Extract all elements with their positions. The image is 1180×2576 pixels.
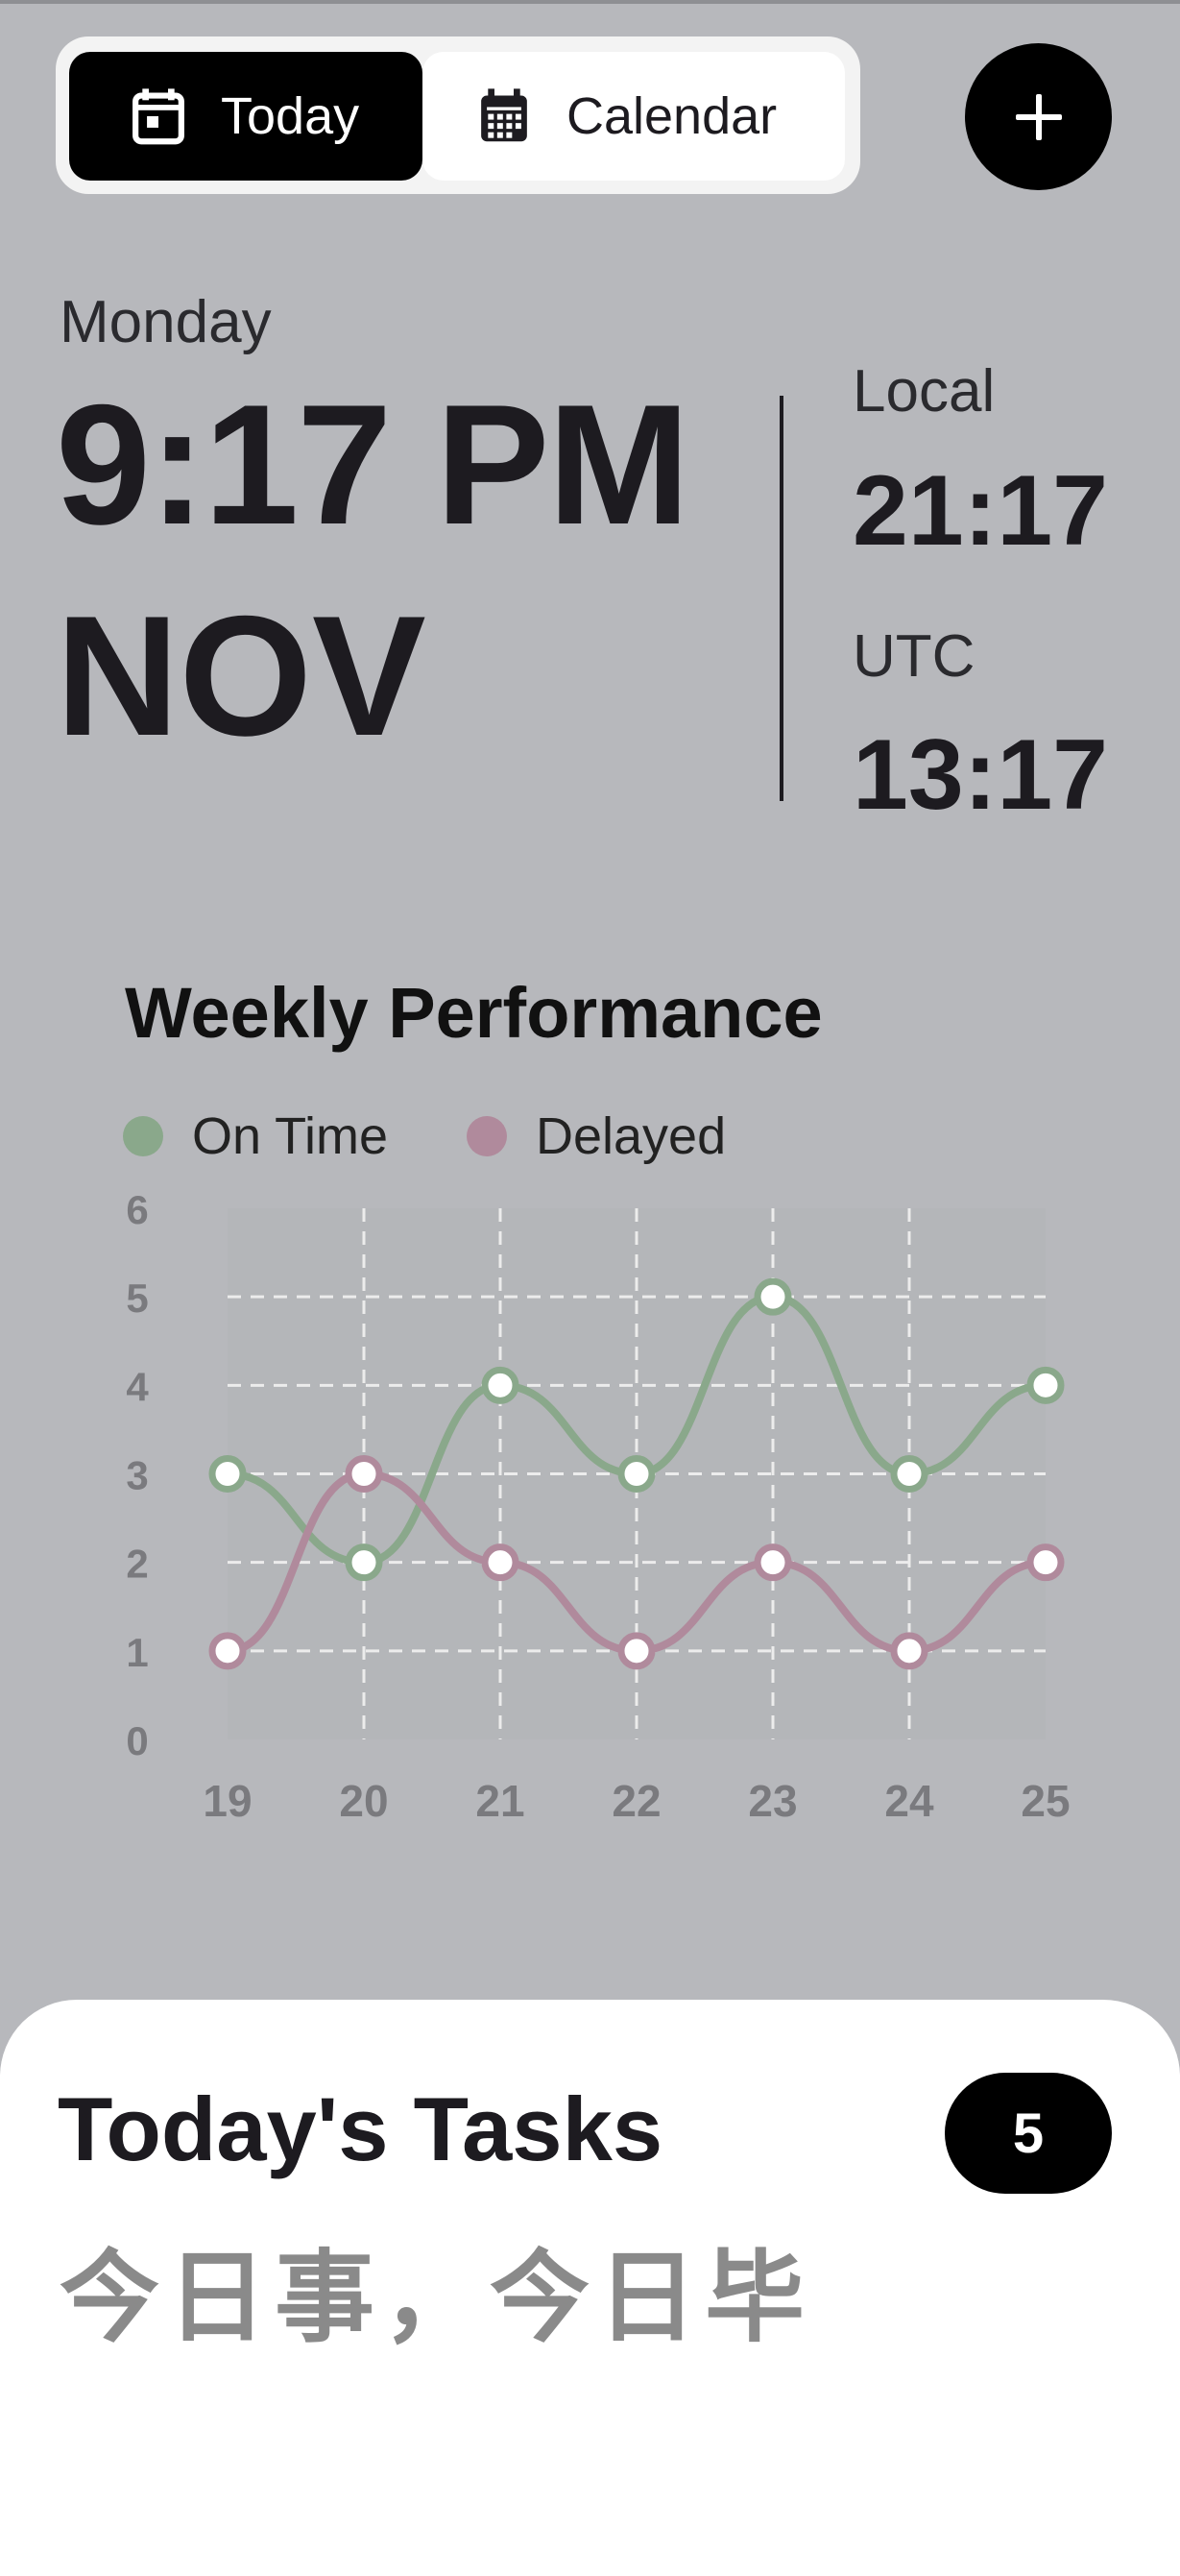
tasks-title: Today's Tasks bbox=[58, 2078, 663, 2179]
tab-calendar-label: Calendar bbox=[566, 87, 778, 145]
data-point-delayed bbox=[208, 1632, 247, 1670]
utc-time: 13:17 bbox=[853, 719, 1108, 831]
x-tick-label: 21 bbox=[475, 1776, 524, 1826]
data-point-on-time bbox=[345, 1543, 383, 1582]
data-point-delayed bbox=[481, 1543, 519, 1582]
data-point-on-time bbox=[1026, 1366, 1065, 1404]
local-time: 21:17 bbox=[853, 455, 1108, 567]
add-task-button[interactable] bbox=[965, 43, 1112, 190]
view-switcher: Today Calendar bbox=[56, 36, 860, 194]
data-point-delayed bbox=[754, 1543, 792, 1582]
x-tick-label: 24 bbox=[884, 1776, 934, 1826]
status-divider bbox=[0, 0, 1180, 4]
x-tick-label: 22 bbox=[612, 1776, 661, 1826]
chart-title: Weekly Performance bbox=[125, 973, 823, 1053]
y-tick-label: 3 bbox=[126, 1453, 148, 1498]
calendar-today-icon bbox=[132, 88, 184, 145]
y-tick-label: 2 bbox=[126, 1542, 148, 1587]
data-point-delayed bbox=[617, 1632, 656, 1670]
plus-icon bbox=[1015, 93, 1062, 140]
data-point-on-time bbox=[890, 1455, 928, 1493]
legend-on-time-label: On Time bbox=[192, 1107, 389, 1165]
weekly-performance-chart: 012345619 20 21 22 23 24 25 bbox=[126, 1187, 1070, 1826]
tab-today[interactable]: Today bbox=[69, 52, 422, 181]
legend-on-time-swatch bbox=[123, 1116, 163, 1156]
data-point-delayed bbox=[890, 1632, 928, 1670]
x-tick-label: 25 bbox=[1021, 1776, 1070, 1826]
calendar-month-icon bbox=[481, 88, 527, 142]
motto-text: 今日事，今日毕 bbox=[60, 2239, 813, 2356]
legend-item-delayed[interactable]: Delayed bbox=[467, 1103, 726, 1170]
x-tick-label: 20 bbox=[339, 1776, 388, 1826]
data-point-on-time bbox=[481, 1366, 519, 1404]
clock-divider bbox=[780, 396, 783, 801]
data-point-delayed bbox=[345, 1455, 383, 1493]
utc-label: UTC bbox=[853, 623, 975, 690]
tab-today-label: Today bbox=[221, 87, 360, 145]
y-tick-label: 6 bbox=[126, 1187, 148, 1232]
current-month: NOV bbox=[56, 580, 426, 771]
x-tick-label: 23 bbox=[748, 1776, 797, 1826]
data-point-on-time bbox=[208, 1455, 247, 1493]
y-tick-label: 5 bbox=[126, 1276, 148, 1321]
y-tick-label: 0 bbox=[126, 1718, 148, 1763]
data-point-delayed bbox=[1026, 1543, 1065, 1582]
x-tick-label: 19 bbox=[203, 1776, 252, 1826]
tab-calendar[interactable]: Calendar bbox=[422, 52, 845, 181]
weekday-label: Monday bbox=[60, 289, 272, 355]
task-count-badge[interactable]: 5 bbox=[945, 2073, 1112, 2194]
legend-delayed-swatch bbox=[467, 1116, 507, 1156]
data-point-on-time bbox=[617, 1455, 656, 1493]
data-point-on-time bbox=[754, 1277, 792, 1316]
legend-delayed-label: Delayed bbox=[536, 1107, 727, 1165]
local-label: Local bbox=[853, 358, 996, 425]
task-count: 5 bbox=[1012, 2102, 1045, 2165]
legend-item-on-time[interactable]: On Time bbox=[123, 1103, 388, 1170]
y-tick-label: 1 bbox=[126, 1630, 148, 1675]
current-time: 9:17 PM bbox=[56, 369, 690, 560]
y-tick-label: 4 bbox=[126, 1364, 149, 1409]
